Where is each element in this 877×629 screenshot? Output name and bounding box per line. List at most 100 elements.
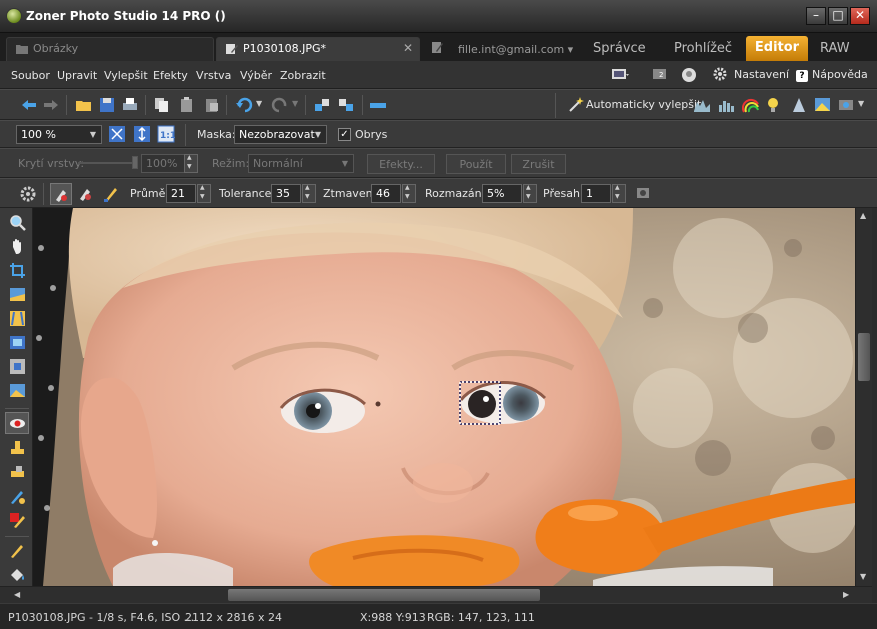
effects-button[interactable]: Efekty... — [367, 154, 435, 174]
overlap-field[interactable]: 1 — [581, 184, 611, 203]
settings-button[interactable]: Nastavení — [734, 68, 789, 81]
menu-effects[interactable]: Efekty — [153, 69, 188, 82]
horizontal-scrollbar[interactable]: ◀ ▶ — [0, 586, 872, 603]
redo-dropdown-icon[interactable]: ▼ — [292, 99, 298, 108]
horizontal-scroll-thumb[interactable] — [228, 589, 540, 601]
menu-enhance[interactable]: Vylepšit — [104, 69, 148, 82]
fit-to-window-icon[interactable] — [108, 125, 126, 143]
cancel-button[interactable]: Zrušit — [511, 154, 566, 174]
help-button[interactable]: ? Nápověda — [796, 68, 868, 82]
auto-enhance-button[interactable]: Automaticky vylepšit — [586, 98, 701, 111]
compare-icon[interactable]: 2 — [651, 66, 669, 84]
menu-file[interactable]: Soubor — [11, 69, 50, 82]
clone-stamp-icon[interactable] — [9, 440, 26, 457]
scroll-right-icon[interactable]: ▶ — [843, 590, 849, 599]
tab-images[interactable]: Obrázky — [6, 37, 214, 61]
sharpen-icon[interactable] — [790, 96, 808, 114]
undo-dropdown-icon[interactable]: ▼ — [256, 99, 262, 108]
preview-icon[interactable] — [636, 186, 650, 200]
scroll-down-icon[interactable]: ▼ — [860, 572, 866, 581]
outline-checkbox[interactable]: ✓ — [338, 128, 351, 141]
opacity-spinner[interactable] — [184, 154, 198, 173]
mode-tab-viewer[interactable]: Prohlížeč — [674, 41, 732, 56]
blur-field[interactable]: 5% — [482, 184, 522, 203]
blend-mode-select[interactable]: Normální ▼ — [248, 154, 354, 173]
menu-edit[interactable]: Upravit — [57, 69, 97, 82]
actual-size-icon[interactable]: 1:1 — [157, 125, 175, 143]
rotate-right-icon[interactable] — [337, 96, 355, 114]
mode-tab-editor[interactable]: Editor — [746, 36, 808, 61]
crop-tool-icon[interactable] — [9, 262, 26, 279]
rotate-left-icon[interactable] — [313, 96, 331, 114]
opacity-field[interactable]: 100% — [141, 154, 185, 173]
gear-icon[interactable] — [19, 185, 37, 203]
zoom-select[interactable]: 100 % ▼ — [16, 125, 102, 144]
maximize-button[interactable]: □ — [828, 7, 848, 25]
tab-file[interactable]: P1030108.JPG* ✕ — [216, 37, 420, 61]
histogram-icon[interactable] — [718, 96, 736, 114]
color-icon[interactable] — [742, 96, 760, 114]
tab-close-icon[interactable]: ✕ — [403, 41, 413, 55]
selection-brush-icon[interactable] — [9, 512, 26, 529]
pet-eye-brush-icon[interactable] — [77, 185, 95, 203]
light-bulb-icon[interactable] — [765, 96, 783, 114]
magic-wand-icon[interactable] — [568, 96, 586, 114]
scroll-up-icon[interactable]: ▲ — [860, 211, 866, 220]
print-icon[interactable] — [121, 96, 139, 114]
mask-select[interactable]: Nezobrazovat ▼ — [234, 125, 327, 144]
copy-icon[interactable] — [153, 96, 171, 114]
darken-spinner[interactable] — [402, 184, 416, 203]
undo-icon[interactable] — [235, 96, 253, 114]
opacity-slider-handle[interactable] — [132, 156, 138, 169]
paint-brush-icon[interactable] — [9, 542, 26, 559]
tolerance-field[interactable]: 35 — [271, 184, 301, 203]
menu-selection[interactable]: Výběr — [240, 69, 272, 82]
perspective-tool-icon[interactable] — [9, 310, 26, 327]
fit-height-icon[interactable] — [133, 125, 151, 143]
effects-icon[interactable] — [838, 96, 856, 114]
overlap-spinner[interactable] — [612, 184, 626, 203]
scroll-left-icon[interactable]: ◀ — [14, 590, 20, 599]
account-dropdown[interactable]: fille.int@gmail.com ▾ — [458, 43, 573, 56]
zoom-tool-icon[interactable] — [9, 214, 26, 231]
open-folder-icon[interactable] — [75, 96, 93, 114]
retouch-brush-icon[interactable] — [9, 488, 26, 505]
fill-bucket-icon[interactable] — [9, 566, 26, 583]
opacity-slider[interactable] — [78, 162, 136, 164]
menu-view[interactable]: Zobrazit — [280, 69, 326, 82]
vertical-scroll-thumb[interactable] — [858, 333, 870, 381]
diameter-spinner[interactable] — [197, 184, 211, 203]
menu-layer[interactable]: Vrstva — [196, 69, 231, 82]
vertical-scrollbar[interactable]: ▲ ▼ — [855, 208, 872, 586]
mode-tab-raw[interactable]: RAW — [820, 41, 850, 56]
red-eye-tool-button[interactable] — [5, 412, 29, 434]
paste-special-icon[interactable] — [203, 96, 221, 114]
mode-tab-manager[interactable]: Správce — [593, 41, 646, 56]
tolerance-spinner[interactable] — [302, 184, 316, 203]
image-adjust-icon[interactable] — [814, 96, 832, 114]
close-button[interactable]: ✕ — [850, 7, 870, 25]
redo-icon[interactable] — [271, 96, 289, 114]
more-dropdown-icon[interactable]: ▼ — [858, 99, 864, 108]
frame-tool-icon[interactable] — [9, 334, 26, 351]
hint-icon[interactable] — [680, 66, 698, 84]
resize-tool-icon[interactable] — [9, 358, 26, 375]
canvas-tool-icon[interactable] — [9, 382, 26, 399]
forward-arrow-icon[interactable] — [42, 96, 60, 114]
horizon-tool-icon[interactable] — [9, 286, 26, 303]
brush-icon[interactable] — [102, 185, 120, 203]
gear-icon[interactable] — [713, 67, 727, 81]
back-arrow-icon[interactable] — [20, 96, 38, 114]
levels-icon[interactable] — [693, 96, 711, 114]
minimize-button[interactable]: – — [806, 7, 826, 25]
apply-button[interactable]: Použít — [446, 154, 506, 174]
hand-tool-icon[interactable] — [9, 238, 26, 255]
diameter-field[interactable]: 21 — [166, 184, 196, 203]
image-canvas[interactable] — [33, 208, 855, 586]
save-icon[interactable] — [98, 96, 116, 114]
monitor-icon[interactable] — [611, 66, 629, 84]
red-eye-tool-active[interactable] — [50, 183, 72, 205]
paste-icon[interactable] — [178, 96, 196, 114]
ruler-icon[interactable] — [369, 96, 387, 114]
blur-spinner[interactable] — [523, 184, 537, 203]
